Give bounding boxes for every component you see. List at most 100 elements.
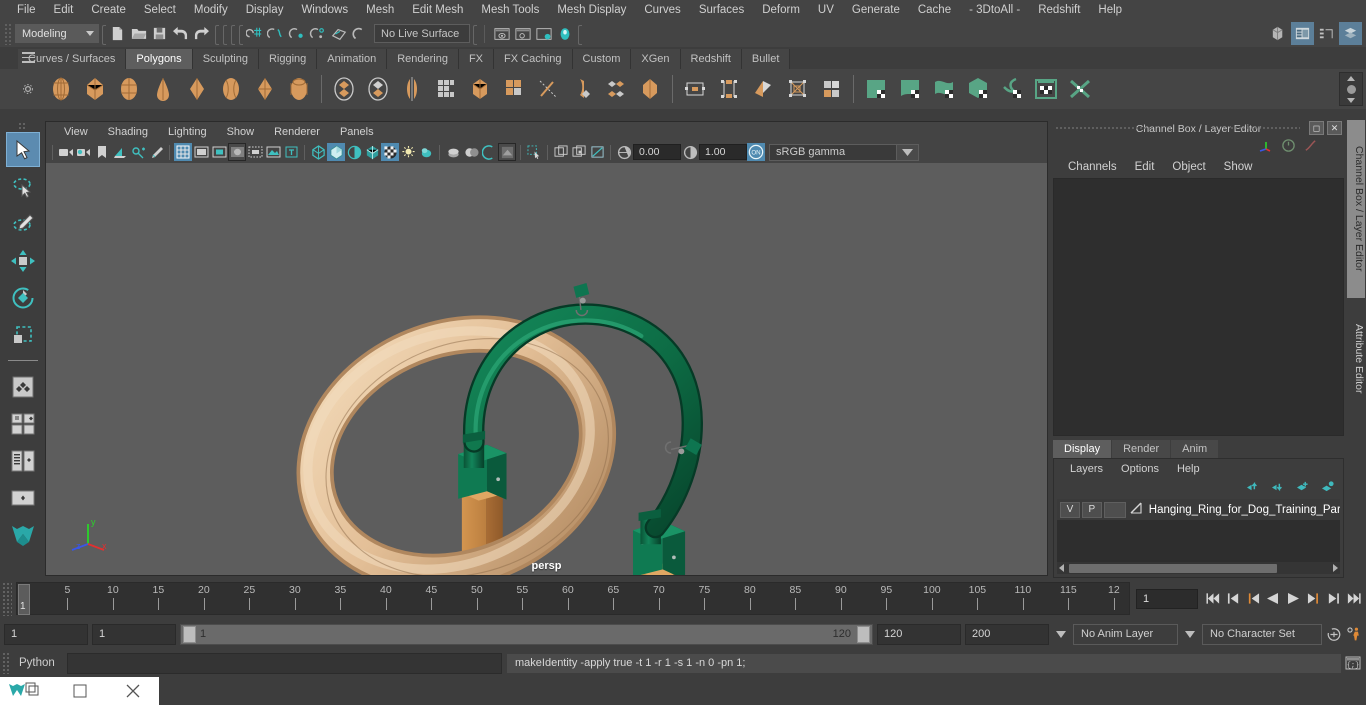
image-plane-icon[interactable] [111, 143, 129, 161]
channel-box-menu-channels[interactable]: Channels [1059, 161, 1126, 173]
show-hide-render-view-icon[interactable] [491, 23, 512, 44]
shelf-tab-polygons[interactable]: Polygons [126, 49, 193, 69]
layer-display-type-toggle[interactable] [1103, 501, 1126, 518]
make-live-icon[interactable] [349, 23, 370, 44]
shadows-icon[interactable] [399, 143, 417, 161]
uv-layout-icon[interactable] [814, 72, 848, 106]
layout-single-persp-icon[interactable] [6, 480, 40, 515]
toolbar-divider-5[interactable] [236, 24, 244, 45]
shelf-scroll-arrows[interactable] [1339, 72, 1363, 106]
shaded-wireframe-icon[interactable] [345, 143, 363, 161]
move-layer-up-icon[interactable] [1245, 481, 1260, 496]
textured-shading-icon[interactable] [363, 143, 381, 161]
step-back-frame-icon[interactable] [1244, 589, 1262, 609]
scroll-right-arrow-icon[interactable] [1330, 563, 1340, 573]
layer-color-swatch-icon[interactable] [1128, 500, 1144, 519]
command-input-field[interactable] [67, 652, 502, 674]
menu-item-surfaces[interactable]: Surfaces [690, 0, 753, 20]
shelf-tab-custom[interactable]: Custom [572, 49, 632, 69]
target-weld-icon[interactable] [565, 72, 599, 106]
time-slider-grip[interactable] [2, 581, 12, 616]
menu-item-cache[interactable]: Cache [909, 0, 960, 20]
channel-box-list[interactable] [1053, 178, 1344, 436]
snap-to-grid-icon[interactable] [244, 23, 265, 44]
film-gate-icon[interactable] [192, 143, 210, 161]
ambient-occlusion-icon[interactable] [417, 143, 435, 161]
gamma-field[interactable]: 1.00 [699, 144, 747, 160]
duplicate-frame-icon[interactable] [570, 143, 588, 161]
sculpt-geometry-icon[interactable] [633, 72, 667, 106]
uv-editor-window-icon[interactable] [1029, 72, 1063, 106]
snap-to-curve-icon[interactable] [265, 23, 286, 44]
axis-mini-icon[interactable] [1258, 139, 1274, 156]
use-all-lights-icon[interactable] [381, 143, 399, 161]
text-display-icon[interactable] [282, 143, 300, 161]
character-set-chevron-down-icon[interactable] [1182, 624, 1198, 645]
viewport-3d-canvas[interactable]: y z x persp [46, 163, 1047, 575]
snap-to-view-plane-icon[interactable] [328, 23, 349, 44]
new-scene-icon[interactable] [107, 23, 128, 44]
layout-four-view-icon[interactable] [6, 406, 40, 441]
uv-automatic-map-icon[interactable] [746, 72, 780, 106]
bevel-icon[interactable] [429, 72, 463, 106]
polygon-sphere-icon[interactable] [44, 72, 78, 106]
menu-item-display[interactable]: Display [237, 0, 293, 20]
move-layer-down-icon[interactable] [1270, 481, 1285, 496]
play-forwards-icon[interactable] [1284, 589, 1302, 609]
channel-box-menu-edit[interactable]: Edit [1126, 161, 1164, 173]
scroll-left-arrow-icon[interactable] [1057, 563, 1067, 573]
live-surface-field[interactable]: No Live Surface [374, 24, 470, 43]
menu-item-uv[interactable]: UV [809, 0, 843, 20]
two-d-pan-zoom-icon[interactable] [129, 143, 147, 161]
open-scene-icon[interactable] [128, 23, 149, 44]
viewport-menu-panels[interactable]: Panels [330, 126, 384, 138]
layer-visibility-toggle[interactable]: V [1060, 501, 1080, 518]
auto-keyframe-toggle-icon[interactable] [1326, 624, 1342, 645]
panel-undock-button[interactable]: ◻ [1309, 121, 1324, 135]
viewport-menu-view[interactable]: View [54, 126, 98, 138]
polygon-cylinder-icon[interactable] [112, 72, 146, 106]
panel-close-button[interactable]: ✕ [1327, 121, 1342, 135]
color-management-select[interactable]: sRGB gamma [769, 143, 897, 161]
close-button[interactable] [106, 677, 159, 705]
menu-item-windows[interactable]: Windows [292, 0, 357, 20]
animation-end-time-field[interactable]: 200 [965, 623, 1049, 645]
menu-item-mesh[interactable]: Mesh [357, 0, 403, 20]
quad-draw-icon[interactable] [599, 72, 633, 106]
motion-blur-icon[interactable] [444, 143, 462, 161]
menu-item-create[interactable]: Create [82, 0, 135, 20]
menu-item-mesh-display[interactable]: Mesh Display [548, 0, 635, 20]
bookmark-icon[interactable] [93, 143, 111, 161]
camera-attributes-icon[interactable] [75, 143, 93, 161]
anim-layer-chevron-down-icon[interactable] [1053, 624, 1069, 645]
menu-item-3dtoall[interactable]: - 3DtoAll - [960, 0, 1029, 20]
layer-list-horizontal-scrollbar[interactable] [1057, 562, 1340, 574]
menu-item-edit-mesh[interactable]: Edit Mesh [403, 0, 472, 20]
step-forward-frame-icon[interactable] [1304, 589, 1322, 609]
polygon-plane-icon[interactable] [180, 72, 214, 106]
uv-editor-plane-icon[interactable] [859, 72, 893, 106]
range-slider[interactable]: 1 120 [180, 623, 873, 645]
polygon-cone-icon[interactable] [146, 72, 180, 106]
layer-scroll-thumb[interactable] [1069, 563, 1277, 573]
side-tab-attribute-editor[interactable]: Attribute Editor [1347, 299, 1365, 419]
toolbar-divider-3[interactable] [220, 24, 228, 45]
uv-cylindrical-map-icon[interactable] [712, 72, 746, 106]
range-slider-right-handle[interactable] [857, 625, 870, 643]
depth-of-field-icon[interactable] [462, 143, 480, 161]
scale-tool-icon[interactable] [6, 317, 40, 352]
toolbar-divider-2[interactable] [212, 24, 220, 45]
render-sequence-icon[interactable] [512, 23, 533, 44]
toggle-modeling-toolkit-icon[interactable] [1267, 22, 1290, 45]
time-slider-track[interactable]: 1 5 10 15 20 25 30 35 40 45 50 55 60 65 70 75 80 85 90 95 1… [16, 582, 1130, 615]
animation-start-time-field[interactable]: 1 [4, 623, 88, 645]
resolution-gate-icon[interactable] [210, 143, 228, 161]
viewport-menu-renderer[interactable]: Renderer [264, 126, 330, 138]
polygon-pyramid-icon[interactable] [248, 72, 282, 106]
smooth-icon[interactable] [463, 72, 497, 106]
shelf-tab-animation[interactable]: Animation [317, 49, 388, 69]
step-back-keyframe-icon[interactable] [1224, 589, 1242, 609]
menu-item-mesh-tools[interactable]: Mesh Tools [472, 0, 548, 20]
rotate-tool-icon[interactable] [6, 280, 40, 315]
viewport-menu-show[interactable]: Show [217, 126, 265, 138]
